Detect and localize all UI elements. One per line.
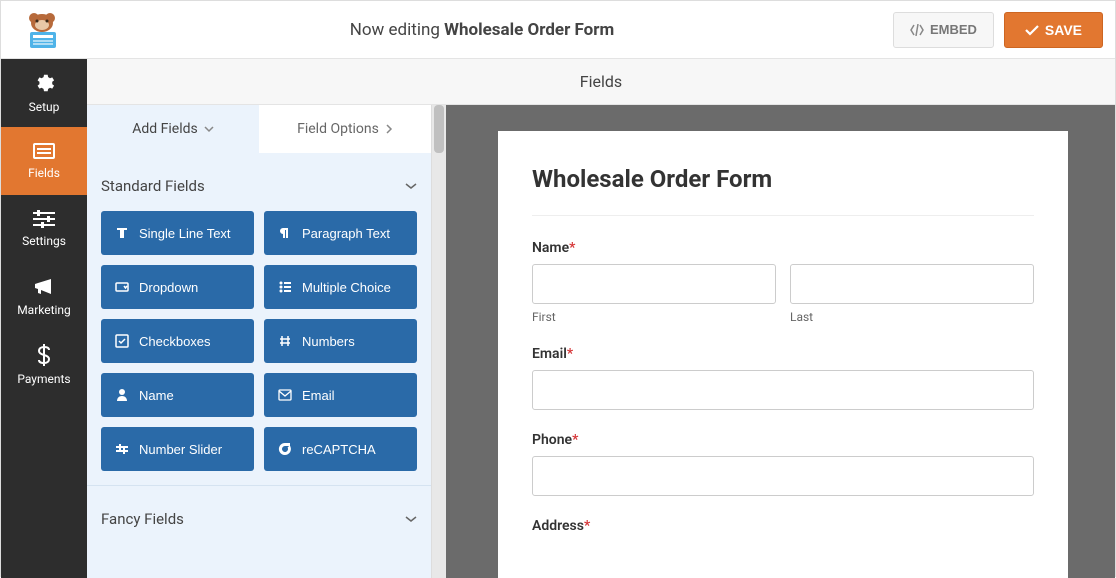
field-email[interactable]: Email* [532,346,1034,410]
nav-settings[interactable]: Settings [1,195,87,263]
save-button[interactable]: SAVE [1004,12,1103,48]
scrollbar[interactable] [432,105,446,578]
chevron-down-icon [204,125,214,133]
panel-header: Fields [87,59,1115,105]
sublabel-last: Last [790,310,1034,324]
section-fancy-fields[interactable]: Fancy Fields [101,500,417,538]
required-asterisk: * [567,346,573,362]
standard-fields-grid: Single Line Text Paragraph Text Dropdown… [101,205,417,485]
field-recaptcha[interactable]: reCAPTCHA [264,427,417,471]
form-canvas[interactable]: Wholesale Order Form Name* First Last [498,131,1068,578]
chevron-down-icon [405,182,417,190]
field-label: Name* [532,240,1034,256]
nav-payments[interactable]: Payments [1,331,87,399]
topbar: Now editing Wholesale Order Form EMBED S… [1,1,1115,59]
page-title: Now editing Wholesale Order Form [71,20,893,40]
field-email[interactable]: Email [264,373,417,417]
tab-field-options[interactable]: Field Options [259,105,431,153]
nav-marketing[interactable]: Marketing [1,263,87,331]
list-icon [278,280,292,294]
required-asterisk: * [584,518,590,534]
chevron-down-icon [405,515,417,523]
field-label: Phone* [532,432,1034,448]
scrollbar-thumb[interactable] [434,105,444,153]
nav-fields[interactable]: Fields [1,127,87,195]
dollar-icon [37,344,51,366]
paragraph-icon [278,226,292,240]
tab-add-fields[interactable]: Add Fields [87,105,259,153]
app-logo [13,6,71,54]
field-checkboxes[interactable]: Checkboxes [101,319,254,363]
embed-button[interactable]: EMBED [893,12,994,48]
field-multiple-choice[interactable]: Multiple Choice [264,265,417,309]
last-name-input[interactable] [790,264,1034,304]
check-icon [1025,24,1039,36]
slider-icon [115,442,129,456]
required-asterisk: * [572,432,578,448]
field-label: Address* [532,518,1034,534]
checkbox-icon [115,334,129,348]
editing-prefix: Now editing [350,20,444,40]
field-numbers[interactable]: Numbers [264,319,417,363]
field-name[interactable]: Name* First Last [532,240,1034,324]
gear-icon [33,72,55,94]
field-address[interactable]: Address* [532,518,1034,534]
field-single-line-text[interactable]: Single Line Text [101,211,254,255]
hash-icon [278,334,292,348]
field-paragraph-text[interactable]: Paragraph Text [264,211,417,255]
phone-input[interactable] [532,456,1034,496]
dropdown-icon [115,280,129,294]
section-standard-fields[interactable]: Standard Fields [101,167,417,205]
bullhorn-icon [33,277,55,297]
field-phone[interactable]: Phone* [532,432,1034,496]
code-icon [910,24,924,36]
side-panel: Add Fields Field Options Standard Fields [87,105,432,578]
first-name-input[interactable] [532,264,776,304]
text-icon [115,226,129,240]
field-number-slider[interactable]: Number Slider [101,427,254,471]
nav-setup[interactable]: Setup [1,59,87,127]
google-icon [278,442,292,456]
form-title[interactable]: Wholesale Order Form [532,165,1034,216]
chevron-right-icon [385,124,393,134]
left-nav: Setup Fields Settings Marketing Payments [1,59,87,578]
field-dropdown[interactable]: Dropdown [101,265,254,309]
email-input[interactable] [532,370,1034,410]
top-actions: EMBED SAVE [893,12,1103,48]
editing-form-name: Wholesale Order Form [444,20,614,40]
field-label: Email* [532,346,1034,362]
envelope-icon [278,389,292,401]
user-icon [115,388,129,402]
required-asterisk: * [569,240,575,256]
sublabel-first: First [532,310,776,324]
sliders-icon [33,210,55,228]
field-name[interactable]: Name [101,373,254,417]
fields-icon [32,142,56,160]
form-preview: Wholesale Order Form Name* First Last [446,105,1115,578]
